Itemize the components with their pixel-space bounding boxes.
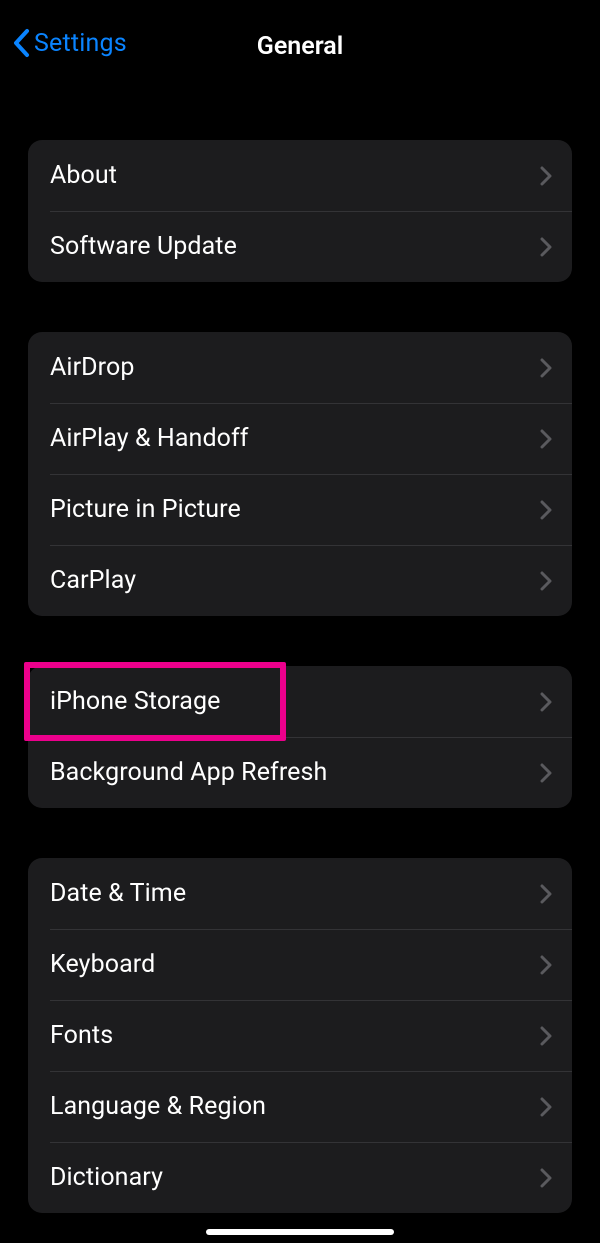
row-airdrop[interactable]: AirDrop [28, 332, 572, 403]
row-label: Date & Time [50, 879, 186, 908]
chevron-right-icon [540, 1026, 552, 1046]
row-carplay[interactable]: CarPlay [28, 545, 572, 616]
row-label: Keyboard [50, 950, 155, 979]
row-label: Background App Refresh [50, 758, 327, 787]
chevron-right-icon [540, 166, 552, 186]
row-label: AirPlay & Handoff [50, 424, 249, 453]
chevron-left-icon [12, 28, 31, 58]
row-picture-in-picture[interactable]: Picture in Picture [28, 474, 572, 545]
row-label: Fonts [50, 1021, 113, 1050]
chevron-right-icon [540, 1097, 552, 1117]
home-indicator[interactable] [206, 1229, 394, 1235]
row-language-region[interactable]: Language & Region [28, 1071, 572, 1142]
settings-group: AirDrop AirPlay & Handoff Picture in Pic… [28, 332, 572, 616]
settings-content: About Software Update AirDrop AirPlay & … [0, 140, 600, 1213]
back-label: Settings [34, 29, 127, 58]
back-button[interactable]: Settings [12, 28, 127, 58]
chevron-right-icon [540, 237, 552, 257]
row-dictionary[interactable]: Dictionary [28, 1142, 572, 1213]
row-software-update[interactable]: Software Update [28, 211, 572, 282]
chevron-right-icon [540, 692, 552, 712]
row-airplay-handoff[interactable]: AirPlay & Handoff [28, 403, 572, 474]
settings-group: Date & Time Keyboard Fonts Language & Re… [28, 858, 572, 1213]
row-label: Dictionary [50, 1163, 163, 1192]
settings-group: iPhone Storage Background App Refresh [28, 666, 572, 808]
row-date-time[interactable]: Date & Time [28, 858, 572, 929]
row-label: Language & Region [50, 1092, 266, 1121]
row-keyboard[interactable]: Keyboard [28, 929, 572, 1000]
row-background-app-refresh[interactable]: Background App Refresh [28, 737, 572, 808]
navigation-header: Settings General [0, 0, 600, 92]
row-label: Picture in Picture [50, 495, 241, 524]
row-label: iPhone Storage [50, 687, 220, 716]
row-label: CarPlay [50, 566, 136, 595]
chevron-right-icon [540, 763, 552, 783]
row-iphone-storage[interactable]: iPhone Storage [28, 666, 572, 737]
row-label: About [50, 161, 117, 190]
chevron-right-icon [540, 500, 552, 520]
row-label: Software Update [50, 232, 237, 261]
chevron-right-icon [540, 1168, 552, 1188]
chevron-right-icon [540, 429, 552, 449]
row-label: AirDrop [50, 353, 135, 382]
settings-group: About Software Update [28, 140, 572, 282]
chevron-right-icon [540, 884, 552, 904]
page-title: General [257, 32, 343, 61]
row-about[interactable]: About [28, 140, 572, 211]
chevron-right-icon [540, 358, 552, 378]
chevron-right-icon [540, 571, 552, 591]
chevron-right-icon [540, 955, 552, 975]
row-fonts[interactable]: Fonts [28, 1000, 572, 1071]
